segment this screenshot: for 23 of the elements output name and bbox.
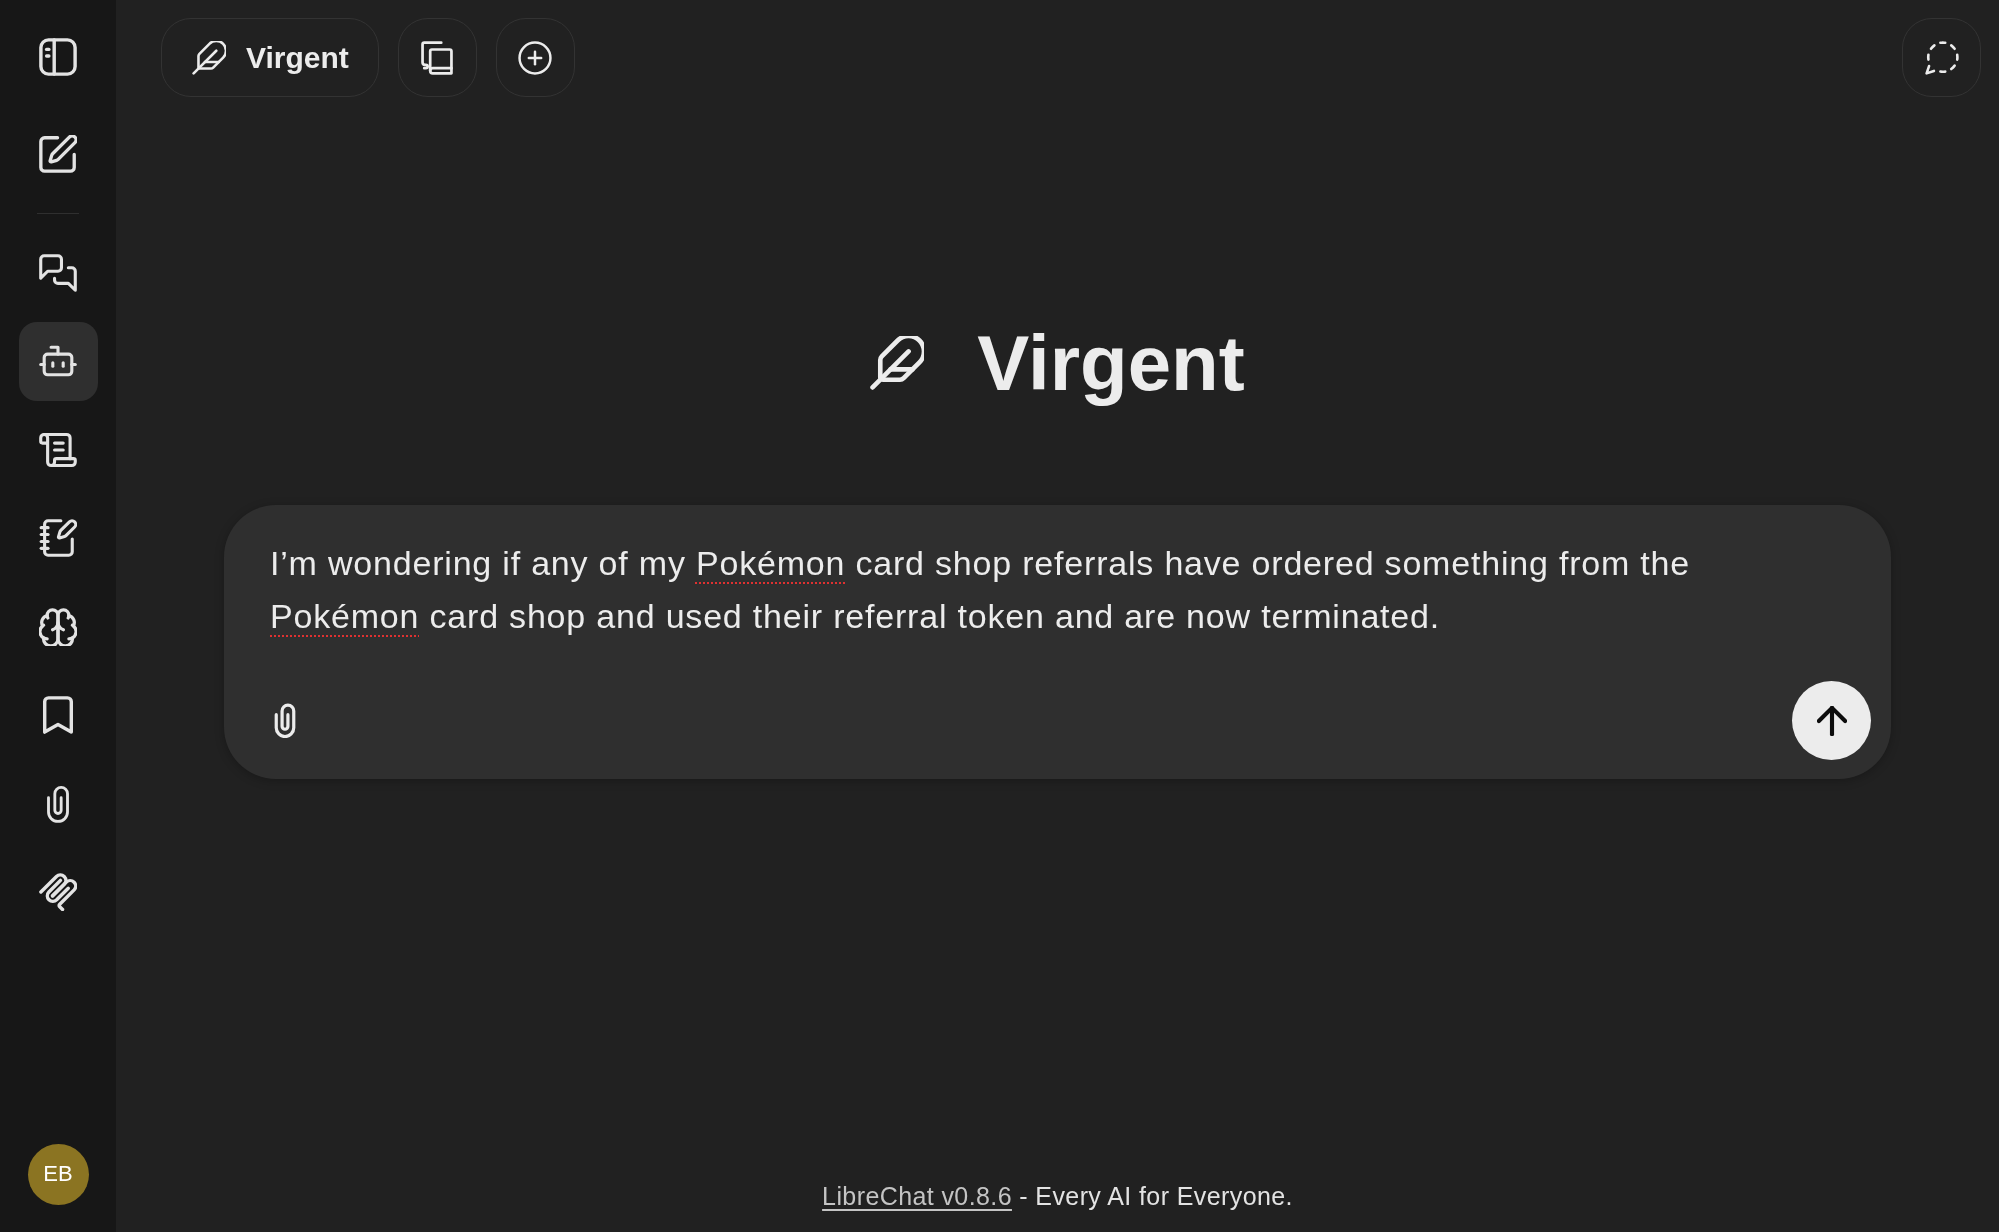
books-icon <box>420 40 455 75</box>
sidebar-item[interactable] <box>18 321 98 401</box>
agent-title: Virgent <box>977 318 1245 408</box>
version-link[interactable]: LibreChat v0.8.6 <box>822 1182 1012 1210</box>
plus-circle-icon <box>518 40 553 75</box>
brain-icon <box>39 607 77 646</box>
coil-icon <box>39 873 77 911</box>
user-avatar[interactable]: EB <box>27 1143 89 1205</box>
pencil-square-icon <box>39 135 77 173</box>
feather-icon <box>870 336 925 390</box>
scroll-icon <box>39 430 77 469</box>
books-button[interactable] <box>397 18 477 97</box>
notebook-pen-icon <box>39 519 77 557</box>
add-button[interactable] <box>495 18 575 97</box>
temporary-chat-button[interactable] <box>1902 18 1981 97</box>
dashed-chat-icon <box>1924 40 1959 75</box>
panel-icon <box>39 38 77 76</box>
paperclip-icon <box>274 703 296 738</box>
chat-bubbles-icon <box>39 253 77 292</box>
agent-selector-button[interactable]: Virgent <box>161 18 379 97</box>
message-input[interactable]: I’m wondering if any of my Pokémon card shop referrals have ordered something from the Pokémon card shop and used their referral token and are now terminated. <box>270 537 1750 643</box>
footer-text: LibreChat v0.8.6 - Every AI for Everyone. <box>822 1181 1293 1211</box>
feather-icon <box>192 40 226 75</box>
